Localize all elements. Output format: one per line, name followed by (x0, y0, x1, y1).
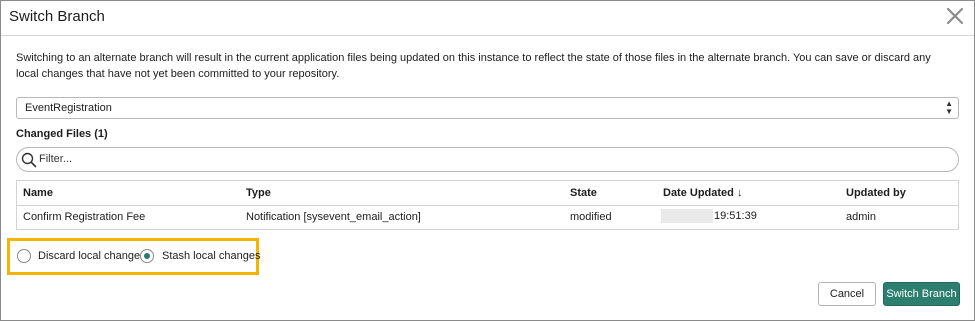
changed-files-label: Changed Files (1) (16, 128, 108, 140)
filter-input[interactable]: Filter... (16, 147, 959, 172)
sort-descending-icon: ↓ (736, 187, 743, 199)
cell-updated-by: admin (846, 211, 876, 223)
discard-radio[interactable] (17, 249, 31, 263)
table-row[interactable]: Confirm Registration Fee Notification [s… (17, 205, 958, 229)
dialog-title: Switch Branch (9, 8, 105, 25)
stash-radio[interactable] (140, 249, 154, 263)
cancel-button[interactable]: Cancel (818, 282, 876, 306)
cell-date-updated: 19:51:39 (661, 209, 757, 223)
cell-name: Confirm Registration Fee (23, 211, 146, 223)
filter-placeholder: Filter... (39, 153, 73, 165)
column-header-type[interactable]: Type (246, 187, 271, 199)
column-header-date-updated[interactable]: Date Updated ↓ (663, 187, 742, 199)
cell-date-time: 19:51:39 (714, 209, 757, 222)
column-header-updated-by[interactable]: Updated by (846, 187, 906, 199)
branch-select[interactable]: EventRegistration ▲ ▼ (16, 97, 959, 119)
column-header-date-updated-label: Date Updated (663, 187, 734, 199)
column-header-state[interactable]: State (570, 187, 597, 199)
redacted-date (661, 209, 713, 223)
stash-label[interactable]: Stash local changes (162, 250, 260, 262)
select-arrows-icon: ▲ ▼ (945, 99, 953, 116)
branch-select-value: EventRegistration (25, 102, 112, 114)
dialog-description: Switching to an alternate branch will re… (16, 52, 931, 80)
switch-branch-button[interactable]: Switch Branch (883, 282, 960, 306)
changed-files-table: Name Type State Date Updated ↓ Updated b… (16, 180, 959, 230)
table-header-row: Name Type State Date Updated ↓ Updated b… (17, 181, 958, 206)
column-header-name[interactable]: Name (23, 187, 53, 199)
dialog-header: Switch Branch (1, 1, 974, 36)
switch-branch-dialog: Switch Branch Switching to an alternate … (0, 0, 975, 321)
cell-state: modified (570, 211, 612, 223)
close-icon[interactable] (944, 5, 966, 27)
search-icon (21, 152, 37, 168)
discard-label[interactable]: Discard local changes (38, 250, 146, 262)
cell-type: Notification [sysevent_email_action] (246, 211, 421, 223)
